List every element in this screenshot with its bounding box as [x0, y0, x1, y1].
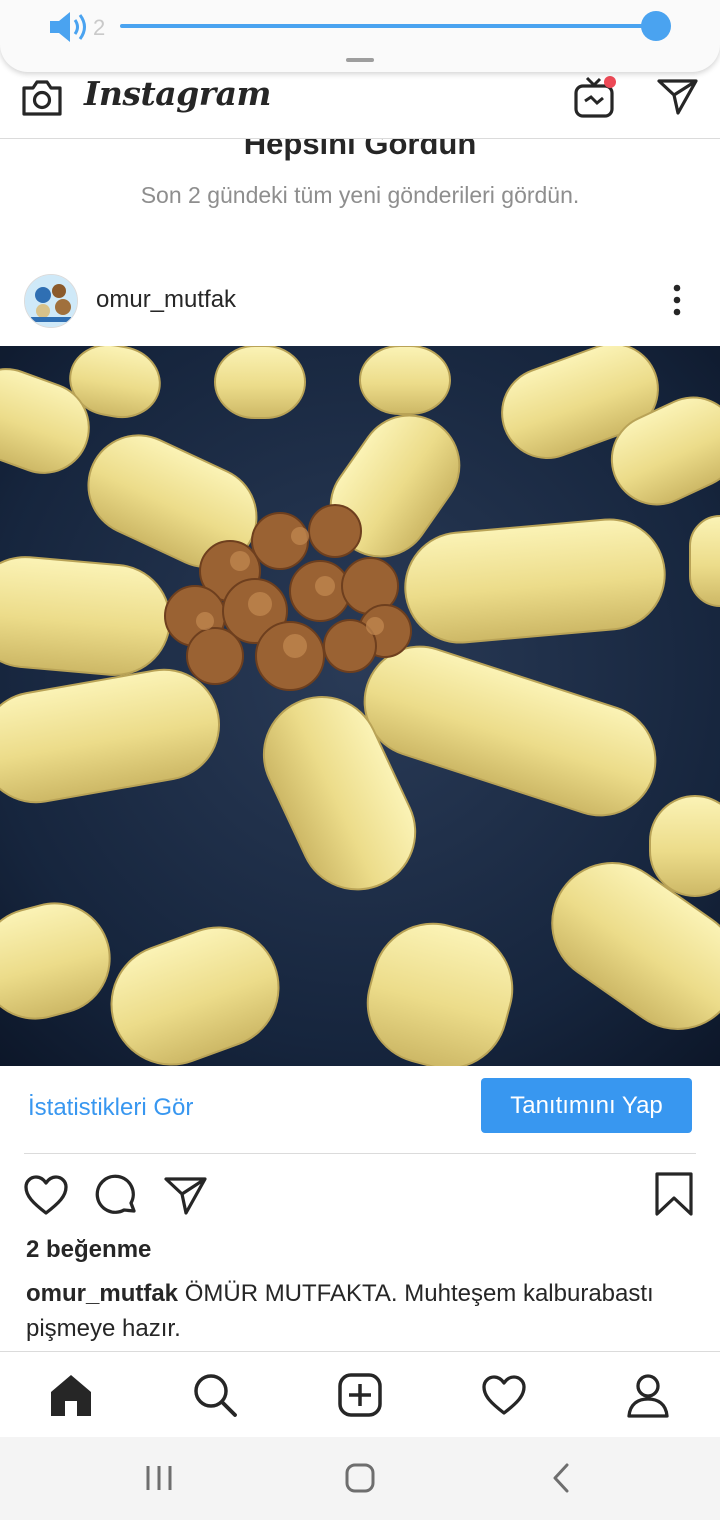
speaker-icon[interactable]	[46, 8, 94, 46]
bottom-navigation	[0, 1351, 720, 1438]
new-post-icon[interactable]	[336, 1371, 384, 1419]
divider	[24, 1153, 696, 1154]
activity-icon[interactable]	[480, 1371, 528, 1419]
system-navigation-bar	[0, 1437, 720, 1520]
recent-apps-icon[interactable]	[143, 1463, 175, 1493]
caption-username[interactable]: omur_mutfak	[26, 1280, 178, 1307]
camera-icon[interactable]	[20, 78, 64, 118]
instagram-logo[interactable]: Instagram	[84, 74, 271, 113]
avatar[interactable]	[24, 274, 78, 328]
profile-icon[interactable]	[624, 1371, 672, 1419]
caught-up-subtitle: Son 2 gündeki tüm yeni gönderileri gördü…	[140, 182, 580, 208]
home-button-icon[interactable]	[343, 1462, 377, 1494]
panel-handle[interactable]	[346, 58, 374, 62]
like-count[interactable]: 2 beğenme	[26, 1236, 151, 1264]
comment-icon[interactable]	[94, 1173, 140, 1219]
home-icon[interactable]	[47, 1371, 95, 1419]
post-caption: omur_mutfak ÖMÜR MUTFAKTA. Muhteşem kalb…	[26, 1276, 696, 1346]
post-image[interactable]	[0, 346, 720, 1066]
save-bookmark-icon[interactable]	[651, 1171, 697, 1217]
volume-slider[interactable]	[120, 24, 656, 28]
direct-message-icon[interactable]	[656, 76, 700, 116]
share-icon[interactable]	[163, 1173, 209, 1219]
volume-panel: 2	[0, 0, 720, 72]
igtv-icon[interactable]	[572, 74, 620, 120]
promote-button[interactable]: Tanıtımını Yap	[481, 1078, 692, 1133]
post-username[interactable]: omur_mutfak	[96, 286, 236, 314]
volume-level-value: 2	[93, 15, 106, 40]
more-options-icon[interactable]	[662, 280, 692, 320]
view-insights-link[interactable]: İstatistikleri Gör	[28, 1094, 193, 1122]
volume-slider-thumb[interactable]	[641, 11, 671, 41]
back-icon[interactable]	[549, 1462, 575, 1494]
like-heart-icon[interactable]	[23, 1173, 69, 1219]
search-icon[interactable]	[191, 1371, 239, 1419]
notification-dot	[604, 76, 616, 88]
